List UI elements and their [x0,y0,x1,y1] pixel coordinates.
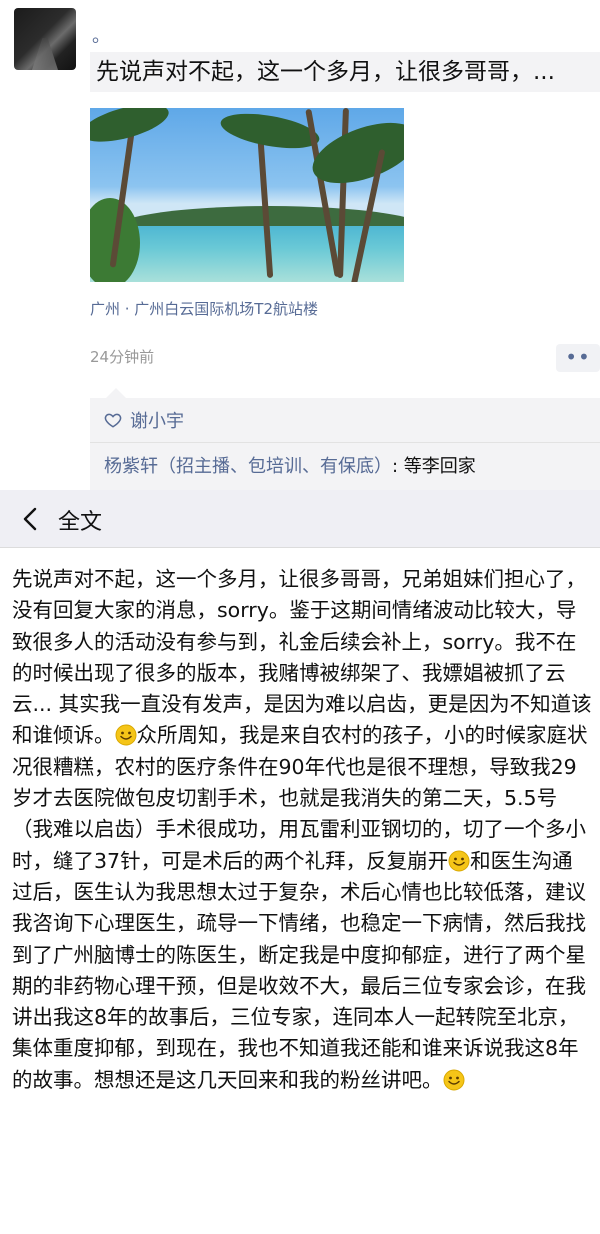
comment-text: : 等李回家 [392,456,476,477]
smile-emoji-icon [115,724,136,746]
smile-emoji-icon [443,1069,464,1091]
moment-card: 。 先说声对不起，这一个多月，让很多哥哥，... 广州 · 广州白云国际机场T2… [0,0,600,490]
avatar[interactable] [14,8,76,70]
comment-author[interactable]: 杨紫轩（招主播、包培训、有保底） [104,456,392,477]
divider [90,442,600,443]
like-user-name[interactable]: 谢小宇 [130,407,184,433]
likes-row: 谢小宇 [104,406,184,434]
author-name[interactable]: 。 [92,22,110,48]
page-title: 全文 [58,510,103,535]
full-text-p1: 先说声对不起，这一个多月，让很多哥哥，兄弟姐妹们担心了，没有回复大家的消息，so… [12,567,592,748]
smile-emoji-icon [448,850,470,872]
post-photo[interactable] [90,108,404,282]
more-actions-button[interactable]: •• [556,344,600,372]
comment-item[interactable]: 杨紫轩（招主播、包培训、有保底）: 等李回家 [104,452,476,478]
location-link[interactable]: 广州 · 广州白云国际机场T2航站楼 [90,298,318,319]
heart-outline-icon [104,413,122,428]
post-text-preview[interactable]: 先说声对不起，这一个多月，让很多哥哥，... [90,52,600,92]
navbar: 全文 [0,490,600,548]
chevron-left-icon[interactable] [16,504,46,534]
full-text-p3: 和医生沟通过后，医生认为我思想太过于复杂，术后心情也比较低落，建议我咨询下心理医… [12,848,586,1092]
comment-area: 谢小宇 杨紫轩（招主播、包培训、有保底）: 等李回家 [90,388,600,490]
full-text: 先说声对不起，这一个多月，让很多哥哥，兄弟姐妹们担心了，没有回复大家的消息，so… [12,564,592,1096]
post-time: 24分钟前 [90,348,155,366]
